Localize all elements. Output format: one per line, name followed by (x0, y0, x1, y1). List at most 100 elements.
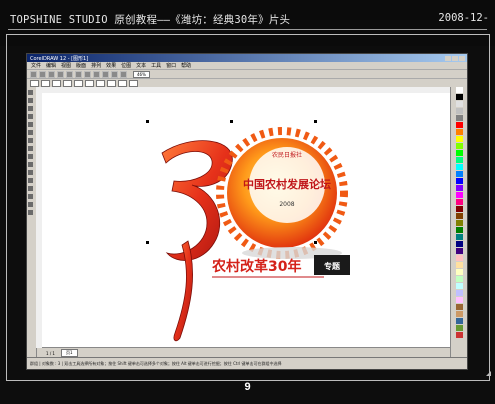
coreldraw-window: CorelDRAW 12 - [图形1] 文件 编辑 视图 版面 排列 效果 位… (26, 53, 468, 370)
shape-tool-icon[interactable] (28, 98, 33, 103)
text-tool-icon[interactable] (28, 170, 33, 175)
drawing-canvas[interactable]: 农民日报社 中国农村发展论坛 2008 农村改革30年 专题 (42, 93, 450, 348)
color-swatch[interactable] (456, 101, 463, 107)
color-swatch[interactable] (456, 213, 463, 219)
ellipse-tool-icon[interactable] (28, 146, 33, 151)
color-swatch[interactable] (456, 241, 463, 247)
smart-fill-tool-icon[interactable] (28, 130, 33, 135)
color-swatch[interactable] (456, 171, 463, 177)
artwork-logo: 农民日报社 中国农村发展论坛 2008 农村改革30年 专题 (146, 120, 350, 342)
scale-field[interactable] (74, 79, 83, 87)
y-position-field[interactable] (41, 79, 50, 87)
color-swatch[interactable] (456, 108, 463, 114)
mirror-horizontal-icon[interactable] (96, 79, 105, 87)
color-swatch[interactable] (456, 87, 463, 93)
freehand-tool-icon[interactable] (28, 122, 33, 127)
open-icon[interactable] (39, 70, 46, 78)
color-swatch[interactable] (456, 122, 463, 128)
menu-item-layout[interactable]: 版面 (76, 62, 86, 69)
print-icon[interactable] (57, 70, 64, 78)
close-button[interactable] (459, 55, 465, 61)
menu-item-bitmaps[interactable]: 位图 (121, 62, 131, 69)
menu-item-effects[interactable]: 效果 (106, 62, 116, 69)
color-swatch[interactable] (456, 297, 463, 303)
paste-icon[interactable] (84, 70, 91, 78)
color-swatch[interactable] (456, 94, 463, 100)
minimize-button[interactable] (445, 55, 451, 61)
zoom-tool-icon[interactable] (28, 114, 33, 119)
save-icon[interactable] (48, 70, 55, 78)
export-icon[interactable] (120, 70, 127, 78)
color-swatch[interactable] (456, 164, 463, 170)
color-swatch[interactable] (456, 262, 463, 268)
color-swatch[interactable] (456, 115, 463, 121)
menu-item-file[interactable]: 文件 (31, 62, 41, 69)
color-swatch[interactable] (456, 269, 463, 275)
color-swatch[interactable] (456, 255, 463, 261)
ungroup-icon[interactable] (129, 79, 138, 87)
badge-top-text: 农民日报社 (272, 151, 302, 159)
width-field[interactable] (52, 79, 61, 87)
undo-icon[interactable] (93, 70, 100, 78)
color-swatch[interactable] (456, 199, 463, 205)
color-swatch[interactable] (456, 304, 463, 310)
color-swatch[interactable] (456, 248, 463, 254)
outline-tool-icon[interactable] (28, 194, 33, 199)
workspace: 农民日报社 中国农村发展论坛 2008 农村改革30年 专题 1 / 1 页1 (27, 87, 467, 358)
color-swatch[interactable] (456, 311, 463, 317)
menu-item-text[interactable]: 文本 (136, 62, 146, 69)
color-swatch[interactable] (456, 206, 463, 212)
color-swatch[interactable] (456, 325, 463, 331)
maximize-button[interactable] (452, 55, 458, 61)
color-palette (450, 87, 467, 358)
color-swatch[interactable] (456, 318, 463, 324)
color-swatch[interactable] (456, 290, 463, 296)
cut-icon[interactable] (66, 70, 73, 78)
menu-item-window[interactable]: 窗口 (166, 62, 176, 69)
color-swatch[interactable] (456, 192, 463, 198)
import-icon[interactable] (111, 70, 118, 78)
color-swatch[interactable] (456, 129, 463, 135)
menu-item-help[interactable]: 帮助 (181, 62, 191, 69)
color-swatch[interactable] (456, 136, 463, 142)
mirror-vertical-icon[interactable] (107, 79, 116, 87)
menu-item-view[interactable]: 视图 (61, 62, 71, 69)
menu-item-tools[interactable]: 工具 (151, 62, 161, 69)
basic-shapes-tool-icon[interactable] (28, 162, 33, 167)
pick-tool-icon[interactable] (28, 90, 33, 95)
color-swatch[interactable] (456, 157, 463, 163)
color-swatch[interactable] (456, 276, 463, 282)
color-swatch[interactable] (456, 283, 463, 289)
badge-year-text: 2008 (279, 201, 294, 208)
color-swatch[interactable] (456, 150, 463, 156)
fill-tool-icon[interactable] (28, 202, 33, 207)
rectangle-tool-icon[interactable] (28, 138, 33, 143)
color-swatch[interactable] (456, 143, 463, 149)
sun-emblem (216, 127, 348, 259)
interactive-blend-tool-icon[interactable] (28, 178, 33, 183)
color-swatch[interactable] (456, 227, 463, 233)
crop-tool-icon[interactable] (28, 106, 33, 111)
color-swatch[interactable] (456, 185, 463, 191)
color-swatch[interactable] (456, 220, 463, 226)
x-position-field[interactable] (30, 79, 39, 87)
rotation-field[interactable] (85, 79, 94, 87)
menu-item-edit[interactable]: 编辑 (46, 62, 56, 69)
menu-item-arrange[interactable]: 排列 (91, 62, 101, 69)
new-icon[interactable] (30, 70, 37, 78)
eyedropper-tool-icon[interactable] (28, 186, 33, 191)
zoom-level[interactable]: 46% (133, 70, 150, 78)
window-title: CorelDRAW 12 - [图形1] (30, 55, 89, 62)
copy-icon[interactable] (75, 70, 82, 78)
slogan-text: 农村改革30年 (211, 258, 301, 275)
height-field[interactable] (63, 79, 72, 87)
color-swatch[interactable] (456, 178, 463, 184)
group-icon[interactable] (118, 79, 127, 87)
polygon-tool-icon[interactable] (28, 154, 33, 159)
status-bar: 群组 | 对象数 : 3 | 双击工具选择所有对象；按住 Shift 键单击可选… (27, 357, 467, 369)
redo-icon[interactable] (102, 70, 109, 78)
interactive-fill-tool-icon[interactable] (28, 210, 33, 215)
page-tab[interactable]: 页1 (60, 349, 78, 357)
color-swatch[interactable] (456, 332, 463, 338)
color-swatch[interactable] (456, 234, 463, 240)
